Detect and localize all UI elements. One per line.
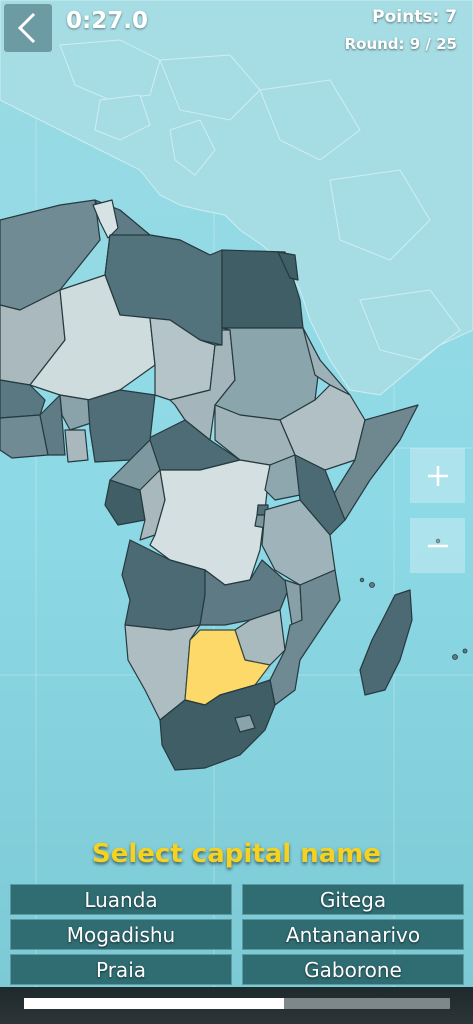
round-progress-fill (24, 998, 284, 1009)
chevron-left-icon (17, 12, 36, 44)
zoom-in-button[interactable] (410, 448, 465, 503)
question-prompt: Select capital name (92, 839, 381, 869)
answer-option-gitega[interactable]: Gitega (242, 884, 464, 915)
back-button[interactable] (4, 4, 52, 52)
answer-option-praia[interactable]: Praia (10, 954, 232, 985)
zoom-out-button[interactable] (410, 518, 465, 573)
answer-option-mogadishu[interactable]: Mogadishu (10, 919, 232, 950)
plus-icon (427, 465, 448, 486)
answer-option-gaborone[interactable]: Gaborone (242, 954, 464, 985)
answer-grid: Luanda Gitega Mogadishu Antananarivo Pra… (10, 884, 464, 985)
points-counter: Points: 7 (372, 7, 457, 27)
answer-option-antananarivo[interactable]: Antananarivo (242, 919, 464, 950)
timer: 0:27.0 (66, 8, 148, 34)
country-ghana (64, 429, 89, 463)
round-counter: Round: 9 / 25 (344, 35, 457, 53)
world-map[interactable] (0, 0, 473, 1024)
answer-option-luanda[interactable]: Luanda (10, 884, 232, 915)
minus-icon (427, 544, 448, 547)
round-progress-bar (24, 998, 450, 1009)
